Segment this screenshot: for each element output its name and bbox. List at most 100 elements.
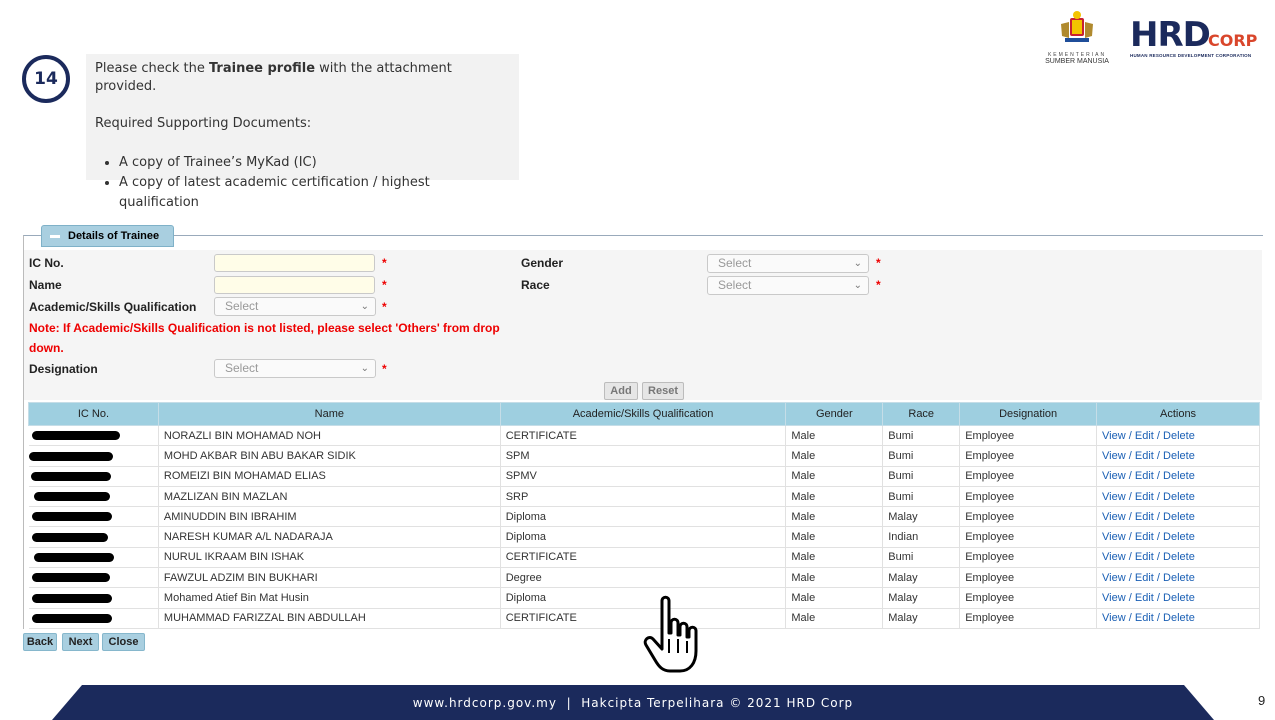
delete-link[interactable]: Delete [1163,592,1195,604]
view-link[interactable]: View [1102,511,1126,523]
edit-link[interactable]: Edit [1135,430,1154,442]
edit-link[interactable]: Edit [1135,612,1154,624]
delete-link[interactable]: Delete [1163,511,1195,523]
action-separator: / [1125,490,1135,503]
name-input[interactable] [214,276,375,294]
view-link[interactable]: View [1102,450,1126,462]
delete-link[interactable]: Delete [1163,470,1195,482]
table-row: NURUL IKRAAM BIN ISHAK CERTIFICATE Male Bum… [28,547,1260,569]
cell-designation: Employee [959,526,1098,548]
view-link[interactable]: View [1102,430,1126,442]
next-button[interactable]: Next [62,633,99,651]
action-separator: / [1153,449,1164,462]
action-separator: / [1125,571,1135,584]
cell-gender: Male [785,445,884,467]
delete-link[interactable]: Delete [1163,531,1195,543]
view-link[interactable]: View [1102,551,1126,563]
ic-label: IC No. [29,256,64,270]
col-header-actions[interactable]: Actions [1096,402,1260,426]
cell-gender: Male [785,506,884,528]
table-row: NARESH KUMAR A/L NADARAJA Diploma Male Indi… [28,526,1260,548]
view-link[interactable]: View [1102,470,1126,482]
ic-cell-redacted [28,587,159,609]
edit-link[interactable]: Edit [1135,592,1154,604]
qualification-select[interactable]: Select ⌄ [214,297,376,316]
delete-link[interactable]: Delete [1163,450,1195,462]
edit-link[interactable]: Edit [1135,572,1154,584]
col-header-name[interactable]: Name [157,402,501,426]
cell-gender: Male [785,608,884,629]
col-header-qualification[interactable]: Academic/Skills Qualification [499,402,787,426]
minus-icon[interactable] [50,234,60,238]
table-row: AMINUDDIN BIN IBRAHIM Diploma Male Malay Emp… [28,506,1260,528]
page-number: 9 [1258,693,1266,708]
ic-cell-redacted [28,506,159,528]
back-button[interactable]: Back [23,633,57,651]
cell-designation: Employee [959,425,1098,447]
panel-title: Details of Trainee [68,230,160,242]
cell-actions: View / Edit / Delete [1096,587,1260,609]
table-row: MOHD AKBAR BIN ABU BAKAR SIDIK SPM Male Bum… [28,445,1260,467]
step-number-badge: 14 [22,55,70,103]
chevron-down-icon: ⌄ [853,258,862,269]
action-separator: / [1125,429,1135,442]
col-header-race[interactable]: Race [882,402,961,426]
action-separator: / [1125,592,1135,605]
ic-input[interactable] [214,254,375,272]
edit-link[interactable]: Edit [1135,450,1154,462]
cell-race: Indian [882,526,961,548]
close-button[interactable]: Close [102,633,145,651]
delete-link[interactable]: Delete [1163,491,1195,503]
designation-select[interactable]: Select ⌄ [214,359,376,378]
action-separator: / [1153,592,1164,605]
panel-collapse-tab[interactable]: Details of Trainee [41,225,174,247]
delete-link[interactable]: Delete [1163,551,1195,563]
action-separator: / [1153,531,1164,544]
col-header-gender[interactable]: Gender [785,402,884,426]
race-select[interactable]: Select ⌄ [707,276,869,295]
cell-qualification: Degree [500,567,787,589]
cell-designation: Employee [959,445,1098,467]
view-link[interactable]: View [1102,572,1126,584]
cell-designation: Employee [959,466,1098,487]
action-separator: / [1125,510,1135,523]
delete-link[interactable]: Delete [1163,430,1195,442]
footer-text: www.hrdcorp.gov.my | Hakcipta Terpelihar… [412,695,854,710]
cell-name: MUHAMMAD FARIZZAL BIN ABDULLAH [158,608,501,629]
redaction-mark [33,553,114,563]
add-button[interactable]: Add [604,382,638,400]
cell-qualification: Diploma [500,506,787,528]
qualification-label: Academic/Skills Qualification [29,300,197,314]
cell-race: Malay [882,608,961,629]
required-mark: * [382,256,387,270]
cell-name: ROMEIZI BIN MOHAMAD ELIAS [158,466,501,487]
cell-name: AMINUDDIN BIN IBRAHIM [158,506,501,528]
view-link[interactable]: View [1102,491,1126,503]
action-separator: / [1153,470,1164,483]
view-link[interactable]: View [1102,531,1126,543]
required-documents-heading: Required Supporting Documents: [95,116,312,131]
required-mark: * [876,256,881,270]
delete-link[interactable]: Delete [1163,572,1195,584]
cell-actions: View / Edit / Delete [1096,547,1260,569]
edit-link[interactable]: Edit [1135,470,1154,482]
reset-button[interactable]: Reset [642,382,684,400]
edit-link[interactable]: Edit [1135,551,1154,563]
gender-select[interactable]: Select ⌄ [707,254,869,273]
action-separator: / [1125,551,1135,564]
col-header-ic[interactable]: IC No. [28,402,159,426]
delete-link[interactable]: Delete [1163,612,1195,624]
cell-gender: Male [785,466,884,487]
cell-qualification: SRP [500,486,787,508]
edit-link[interactable]: Edit [1135,491,1154,503]
cell-actions: View / Edit / Delete [1096,567,1260,589]
view-link[interactable]: View [1102,592,1126,604]
action-separator: / [1125,531,1135,544]
col-header-designation[interactable]: Designation [959,402,1098,426]
cell-race: Malay [882,506,961,528]
edit-link[interactable]: Edit [1135,531,1154,543]
view-link[interactable]: View [1102,612,1126,624]
edit-link[interactable]: Edit [1135,511,1154,523]
cell-race: Bumi [882,486,961,508]
required-mark: * [382,362,387,376]
